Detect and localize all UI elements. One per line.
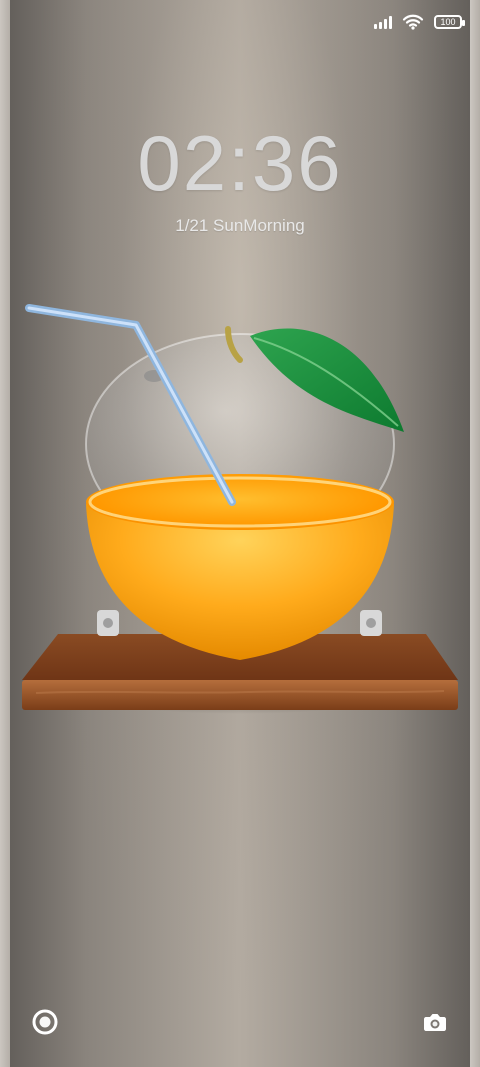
camera-icon bbox=[424, 1014, 446, 1031]
signal-strength-icon bbox=[374, 15, 392, 29]
battery-level-text: 100 bbox=[440, 16, 456, 27]
ring-icon bbox=[32, 1009, 58, 1035]
wallpaper-illustration bbox=[22, 304, 458, 714]
ring-shortcut-button[interactable] bbox=[28, 1005, 62, 1039]
wifi-icon bbox=[402, 14, 424, 30]
battery-icon: 100 bbox=[434, 15, 465, 29]
status-bar: 100 bbox=[374, 10, 465, 34]
camera-shortcut-button[interactable] bbox=[418, 1005, 452, 1039]
lockscreen: 100 02:36 1/21 SunMorning bbox=[0, 0, 480, 1067]
lockscreen-clock: 02:36 bbox=[137, 119, 343, 207]
lockscreen-date: 1/21 SunMorning bbox=[175, 216, 305, 235]
